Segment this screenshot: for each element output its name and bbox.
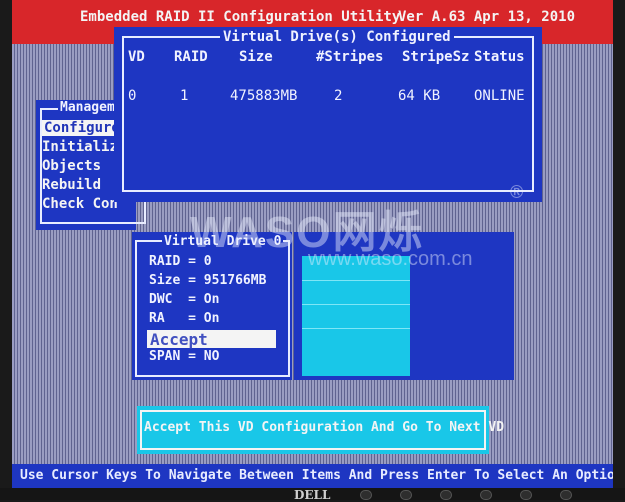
vd0-dwc-setting[interactable]: DWC = On xyxy=(149,292,219,307)
monitor-button[interactable] xyxy=(520,490,532,500)
vd-panel-title: Virtual Drive(s) Configured xyxy=(220,29,454,45)
array-row-divider xyxy=(302,328,410,329)
vd0-size-setting[interactable]: Size = 951766MB xyxy=(149,273,266,288)
menu-item-initialize[interactable]: Initializ xyxy=(42,139,118,155)
cell-status: ONLINE xyxy=(474,88,525,104)
monitor-button[interactable] xyxy=(560,490,572,500)
watermark-registered-mark: ® xyxy=(510,182,524,202)
monitor-bezel: DELL xyxy=(0,488,625,502)
col-header-raid: RAID xyxy=(174,49,208,65)
col-header-stripes: #Stripes xyxy=(316,49,384,65)
cell-vd: 0 xyxy=(128,88,137,104)
array-view-cyan-block xyxy=(302,256,410,376)
col-header-size: Size xyxy=(239,49,273,65)
bios-screen: Embedded RAID II Configuration Utility V… xyxy=(12,0,613,488)
vd0-ra-setting[interactable]: RA = On xyxy=(149,311,219,326)
col-header-status: Status xyxy=(474,49,525,65)
vd0-accept-option[interactable]: Accept xyxy=(147,330,276,349)
menu-item-rebuild[interactable]: Rebuild xyxy=(42,177,101,193)
cell-size: 475883MB xyxy=(230,88,298,104)
monitor-button[interactable] xyxy=(400,490,412,500)
col-header-stripesz: StripeSz xyxy=(402,49,470,65)
cell-stripes: 2 xyxy=(334,88,343,104)
menu-item-configure[interactable]: Configure xyxy=(42,120,122,136)
watermark-url: www.waso.com.cn xyxy=(308,248,473,270)
version-label: Ver A.63 Apr 13, 2010 xyxy=(398,9,576,25)
watermark: WASO网烁 ® www.waso.com.cn xyxy=(190,182,523,270)
app-title: Embedded RAID II Configuration Utility xyxy=(80,9,401,25)
management-menu-title: Managem xyxy=(58,100,117,115)
monitor-button[interactable] xyxy=(480,490,492,500)
vd0-span-setting[interactable]: SPAN = NO xyxy=(149,349,219,364)
monitor-button[interactable] xyxy=(440,490,452,500)
virtual-drives-configured-panel: Virtual Drive(s) Configured VD RAID Size… xyxy=(114,27,542,202)
accept-config-label: Accept This VD Configuration And Go To N… xyxy=(144,420,505,435)
array-row-divider xyxy=(302,304,410,305)
status-bar: Use Cursor Keys To Navigate Between Item… xyxy=(12,464,613,488)
accept-config-button[interactable]: Accept This VD Configuration And Go To N… xyxy=(137,406,504,454)
col-header-vd: VD xyxy=(128,49,145,65)
cell-raid: 1 xyxy=(180,88,189,104)
monitor-button[interactable] xyxy=(360,490,372,500)
menu-item-objects[interactable]: Objects xyxy=(42,158,101,174)
array-row-divider xyxy=(302,280,410,281)
cell-stripesz: 64 KB xyxy=(398,88,441,104)
menu-item-check-consistency[interactable]: Check Con xyxy=(42,196,118,212)
